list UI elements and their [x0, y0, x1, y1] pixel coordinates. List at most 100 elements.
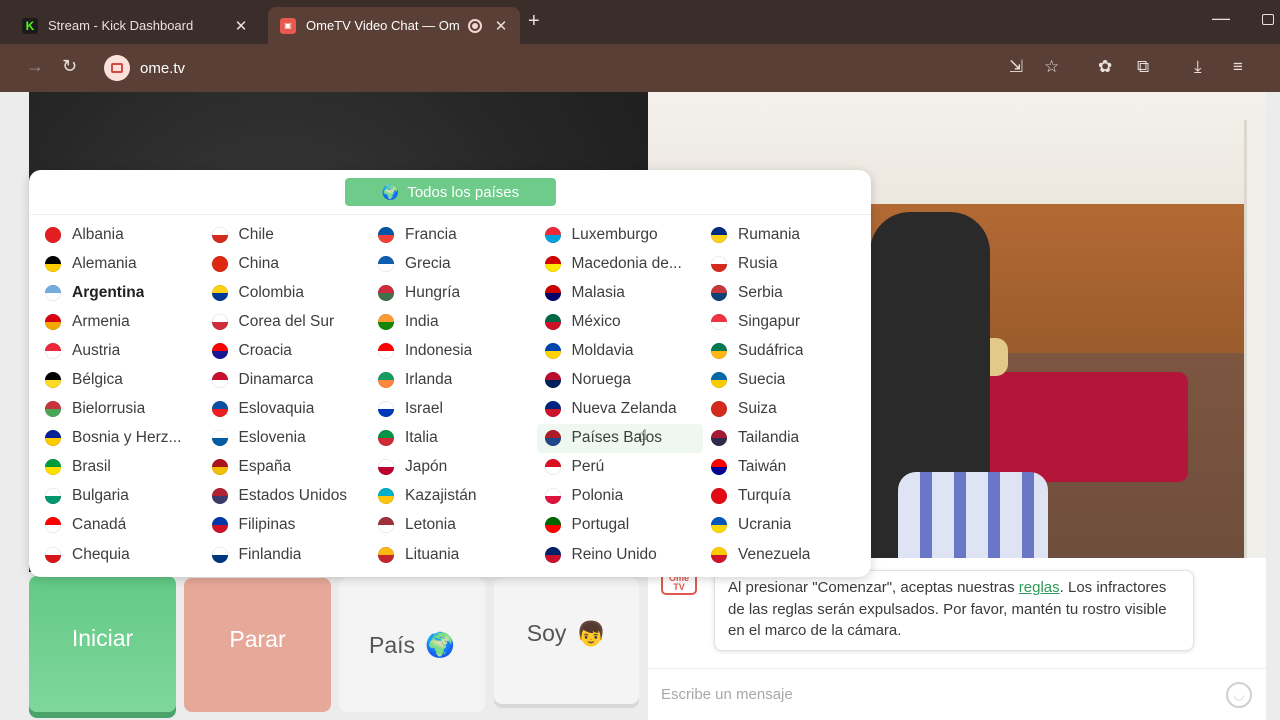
video-shirt [898, 472, 1048, 558]
country-item[interactable]: Rumania [703, 220, 870, 249]
country-item[interactable]: Singapur [703, 307, 870, 336]
flag-icon [544, 488, 561, 505]
country-item[interactable]: Japón [370, 453, 537, 482]
country-item[interactable]: Lituania [370, 540, 537, 569]
bookmark-star-icon[interactable]: ☆ [1044, 57, 1059, 77]
country-item[interactable]: Brasil [37, 453, 204, 482]
country-item[interactable]: China [204, 249, 371, 278]
maximize-icon[interactable] [1262, 14, 1274, 25]
country-item[interactable]: España [204, 453, 371, 482]
flag-icon [378, 459, 394, 476]
gender-button[interactable]: Soy 👦 [494, 578, 639, 704]
country-item[interactable]: Chile [204, 220, 371, 249]
new-tab-button[interactable]: + [528, 10, 540, 33]
country-item[interactable]: Letonia [370, 511, 537, 540]
flag-icon [45, 430, 61, 447]
country-item[interactable]: Indonesia [370, 336, 537, 365]
country-item[interactable]: Rusia [703, 249, 870, 278]
country-item[interactable]: Finlandia [204, 540, 371, 569]
forward-icon[interactable]: → [26, 56, 44, 77]
country-filter-button[interactable]: País 🌍 [339, 578, 485, 712]
country-item[interactable]: Eslovenia [204, 424, 371, 453]
country-item[interactable]: Bielorrusia [37, 395, 204, 424]
country-item[interactable]: Alemania [37, 249, 204, 278]
tab-kick-dashboard[interactable]: K Stream - Kick Dashboard ✕ [10, 7, 260, 44]
puzzle-icon[interactable]: ⧉ [1137, 57, 1149, 77]
country-item[interactable]: Nueva Zelanda [537, 395, 704, 424]
country-item[interactable]: Sudáfrica [703, 336, 870, 365]
flag-icon [45, 372, 61, 389]
reload-icon[interactable]: ↻ [62, 56, 77, 77]
country-item[interactable]: Argentina [37, 278, 204, 307]
country-item[interactable]: Croacia [204, 336, 371, 365]
country-name: Alemania [72, 254, 137, 272]
rules-link[interactable]: reglas [1019, 579, 1060, 596]
country-item[interactable]: Serbia [703, 278, 870, 307]
globe-icon: 🌍 [425, 631, 455, 659]
media-control-icon[interactable]: ≡ [1233, 57, 1243, 77]
download-icon[interactable]: ⤓ [1194, 57, 1202, 77]
country-item[interactable]: Estados Unidos [204, 482, 371, 511]
address-bar[interactable]: ome.tv [100, 50, 1270, 86]
country-item[interactable]: Israel [370, 395, 537, 424]
country-item[interactable]: Ucrania [703, 511, 870, 540]
install-app-icon[interactable]: ⇲ [1009, 57, 1023, 77]
country-item[interactable]: Macedonia de... [537, 249, 704, 278]
country-item[interactable]: Taiwán [703, 453, 870, 482]
country-name: Argentina [72, 283, 145, 301]
close-icon[interactable]: ✕ [230, 17, 252, 35]
country-item[interactable]: Bélgica [37, 365, 204, 394]
all-countries-button[interactable]: 🌍 Todos los países [345, 178, 556, 206]
country-item[interactable]: Venezuela [703, 540, 870, 569]
country-item[interactable]: Francia [370, 220, 537, 249]
country-item[interactable]: Armenia [37, 307, 204, 336]
country-item[interactable]: India [370, 307, 537, 336]
close-icon[interactable]: ✕ [490, 17, 512, 35]
emoji-icon[interactable]: ◡ [1226, 681, 1252, 708]
extension-icon[interactable]: ✿ [1098, 57, 1112, 77]
country-item[interactable]: Italia [370, 424, 537, 453]
country-item[interactable]: Noruega [537, 365, 704, 394]
country-item[interactable]: Perú [537, 453, 704, 482]
country-name: India [405, 312, 439, 330]
country-item[interactable]: Colombia [204, 278, 371, 307]
site-info-icon[interactable] [104, 55, 130, 81]
country-item[interactable]: Suecia [703, 365, 870, 394]
stop-button[interactable]: Parar [184, 578, 331, 712]
country-item[interactable]: Bulgaria [37, 482, 204, 511]
country-item[interactable]: Hungría [370, 278, 537, 307]
country-item[interactable]: Turquía [703, 482, 870, 511]
country-item[interactable]: Moldavia [537, 336, 704, 365]
country-item[interactable]: Bosnia y Herz... [37, 424, 204, 453]
country-item[interactable]: Corea del Sur [204, 307, 371, 336]
country-item[interactable]: Países Bajos [536, 423, 703, 453]
flag-icon [711, 401, 727, 418]
country-name: Israel [405, 400, 443, 418]
country-item[interactable]: Albania [37, 220, 204, 249]
country-item[interactable]: Kazajistán [370, 482, 537, 511]
country-item[interactable]: Reino Unido [537, 540, 704, 569]
message-input[interactable] [648, 674, 1226, 715]
start-button[interactable]: Iniciar [29, 576, 176, 712]
country-item[interactable]: Polonia [537, 482, 704, 511]
country-item[interactable]: Suiza [703, 395, 870, 424]
minimize-icon[interactable]: — [1212, 8, 1230, 29]
country-item[interactable]: Dinamarca [204, 365, 371, 394]
country-item[interactable]: Austria [37, 336, 204, 365]
country-name: Bélgica [72, 371, 123, 389]
country-item[interactable]: Luxemburgo [537, 220, 704, 249]
country-item[interactable]: Portugal [537, 511, 704, 540]
country-item[interactable]: Filipinas [204, 511, 371, 540]
country-item[interactable]: Grecia [370, 249, 537, 278]
flag-icon [378, 313, 394, 330]
country-item[interactable]: Eslovaquia [204, 395, 371, 424]
country-name: Lituania [405, 545, 460, 563]
country-item[interactable]: Irlanda [370, 365, 537, 394]
country-item[interactable]: Tailandia [703, 424, 870, 453]
tab-ometv[interactable]: ▣ OmeTV Video Chat — Ome ✕ [268, 7, 520, 44]
country-item[interactable]: Chequia [37, 540, 204, 569]
gender-label: Soy [526, 620, 567, 646]
country-item[interactable]: Canadá [37, 511, 204, 540]
country-item[interactable]: México [537, 307, 704, 336]
country-item[interactable]: Malasia [537, 278, 704, 307]
